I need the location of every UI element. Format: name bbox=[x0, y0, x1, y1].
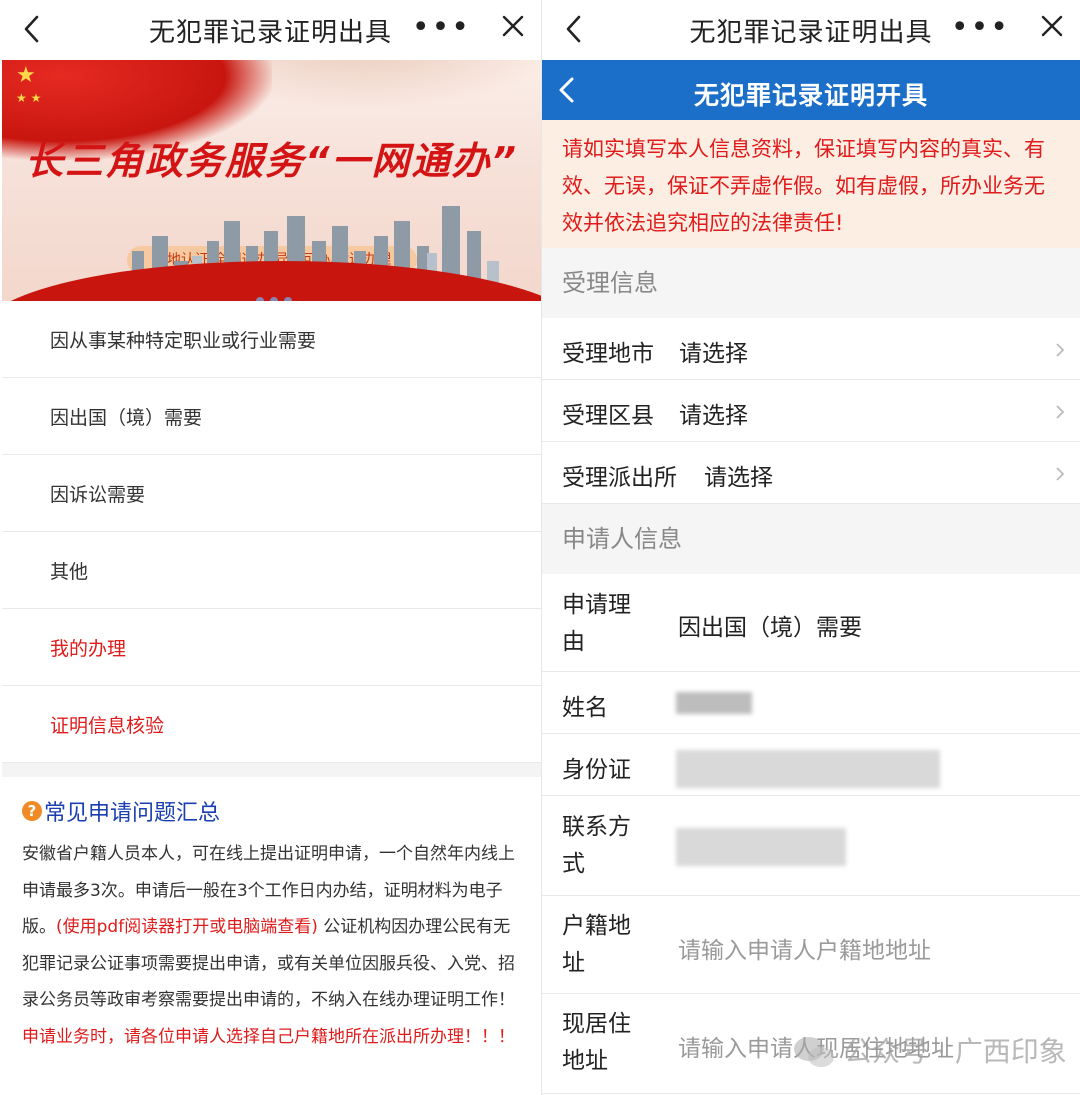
accept-station-row[interactable]: 受理派出所 请选择 bbox=[542, 442, 1080, 504]
accept-station-label: 受理派出所 bbox=[562, 465, 677, 491]
section-accept-info: 受理信息 bbox=[542, 248, 1080, 318]
accept-city-label: 受理地市 bbox=[562, 341, 654, 367]
chevron-right-icon bbox=[1056, 467, 1065, 481]
top-bar: 无犯罪记录证明出具 ••• bbox=[0, 0, 541, 60]
reason-label: 申请理由 bbox=[562, 592, 631, 655]
id-card-row[interactable]: 身份证 bbox=[542, 734, 1080, 796]
menu-item-my-applications[interactable]: 我的办理 bbox=[2, 609, 541, 686]
faq-heading: ? 常见申请问题汇总 bbox=[22, 796, 522, 826]
more-icon[interactable]: ••• bbox=[412, 10, 471, 45]
close-icon[interactable] bbox=[1038, 12, 1066, 40]
left-screen: 无犯罪记录证明出具 ••• ★★ ★ 长三角政务服务“一网通办” 一地认证/全网… bbox=[0, 0, 541, 1095]
contact-label: 联系方式 bbox=[562, 814, 631, 877]
id-card-label: 身份证 bbox=[562, 757, 631, 783]
menu-item-other[interactable]: 其他 bbox=[2, 532, 541, 609]
faq-warning: 申请业务时，请各位申请人选择自己户籍地所在派出所办理！！！ bbox=[22, 1026, 515, 1047]
top-bar: 无犯罪记录证明出具 ••• bbox=[542, 0, 1080, 60]
contact-value-redacted[interactable] bbox=[676, 828, 846, 866]
chevron-right-icon bbox=[1056, 405, 1065, 419]
name-value-redacted[interactable] bbox=[676, 692, 752, 714]
name-row[interactable]: 姓名 bbox=[542, 672, 1080, 734]
watermark-text: 公众号 · 广西印象 bbox=[844, 1035, 1067, 1068]
banner-headline: 长三角政务服务“一网通办” bbox=[25, 139, 518, 183]
household-address-label: 户籍地址 bbox=[562, 913, 631, 976]
form-header: 无犯罪记录证明开具 bbox=[542, 60, 1080, 120]
more-icon[interactable]: ••• bbox=[951, 10, 1010, 45]
residence-address-label: 现居住 地址 bbox=[562, 1011, 631, 1074]
wechat-logo-icon bbox=[794, 1037, 834, 1067]
household-address-input[interactable]: 请输入申请人户籍地地址 bbox=[678, 931, 931, 965]
menu-item-litigation[interactable]: 因诉讼需要 bbox=[2, 455, 541, 532]
household-address-row[interactable]: 户籍地址 请输入申请人户籍地地址 bbox=[542, 896, 1080, 994]
menu-item-certificate-verification[interactable]: 证明信息核验 bbox=[2, 686, 541, 763]
watermark: 公众号 · 广西印象 bbox=[792, 1030, 1067, 1071]
truthfulness-notice: 请如实填写本人信息资料，保证填写内容的真实、有效、无误，保证不弄虚作假。如有虚假… bbox=[542, 120, 1080, 248]
contact-row[interactable]: 联系方式 bbox=[542, 796, 1080, 896]
section-applicant-info: 申请人信息 bbox=[542, 504, 1080, 574]
question-circle-icon: ? bbox=[22, 801, 42, 821]
screenshot-root: 无犯罪记录证明出具 ••• ★★ ★ 长三角政务服务“一网通办” 一地认证/全网… bbox=[0, 0, 1080, 1095]
form-title: 无犯罪记录证明开具 bbox=[693, 81, 928, 110]
accept-district-label: 受理区县 bbox=[562, 403, 654, 429]
reason-value[interactable]: 因出国（境）需要 bbox=[678, 608, 862, 642]
faq-body: 安徽省户籍人员本人，可在线上提出证明申请，一个自然年内线上申请最多3次。申请后一… bbox=[22, 836, 522, 1055]
faq-title: 常见申请问题汇总 bbox=[44, 801, 221, 826]
accept-district-select[interactable]: 请选择 bbox=[679, 396, 748, 430]
accept-city-row[interactable]: 受理地市 请选择 bbox=[542, 318, 1080, 380]
accept-station-select[interactable]: 请选择 bbox=[704, 458, 773, 492]
accept-district-row[interactable]: 受理区县 请选择 bbox=[542, 380, 1080, 442]
name-label: 姓名 bbox=[562, 695, 608, 721]
menu-item-occupation[interactable]: 因从事某种特定职业或行业需要 bbox=[2, 301, 541, 378]
flag-stars-icon: ★ ★ ★ bbox=[16, 63, 42, 106]
faq-pdf-note: (使用pdf阅读器打开或电脑端查看) bbox=[56, 917, 318, 937]
section-gap bbox=[2, 763, 541, 777]
chevron-right-icon bbox=[1056, 343, 1065, 357]
reason-row[interactable]: 申请理由 因出国（境）需要 bbox=[542, 574, 1080, 672]
faq-section: ? 常见申请问题汇总 安徽省户籍人员本人，可在线上提出证明申请，一个自然年内线上… bbox=[22, 796, 522, 1055]
carousel-indicator[interactable] bbox=[256, 290, 298, 301]
close-icon[interactable] bbox=[499, 12, 527, 40]
reason-menu: 因从事某种特定职业或行业需要 因出国（境）需要 因诉讼需要 其他 我的办理 证明… bbox=[2, 301, 541, 763]
right-screen: 无犯罪记录证明出具 ••• 无犯罪记录证明开具 请如实填写本人信息资料，保证填写… bbox=[542, 0, 1080, 1095]
id-card-value-redacted[interactable] bbox=[676, 750, 940, 788]
promo-banner[interactable]: ★★ ★ 长三角政务服务“一网通办” 一地认证/全网通办/异地可办/就近办理 bbox=[2, 60, 541, 301]
menu-item-going-abroad[interactable]: 因出国（境）需要 bbox=[2, 378, 541, 455]
accept-city-select[interactable]: 请选择 bbox=[679, 334, 748, 368]
